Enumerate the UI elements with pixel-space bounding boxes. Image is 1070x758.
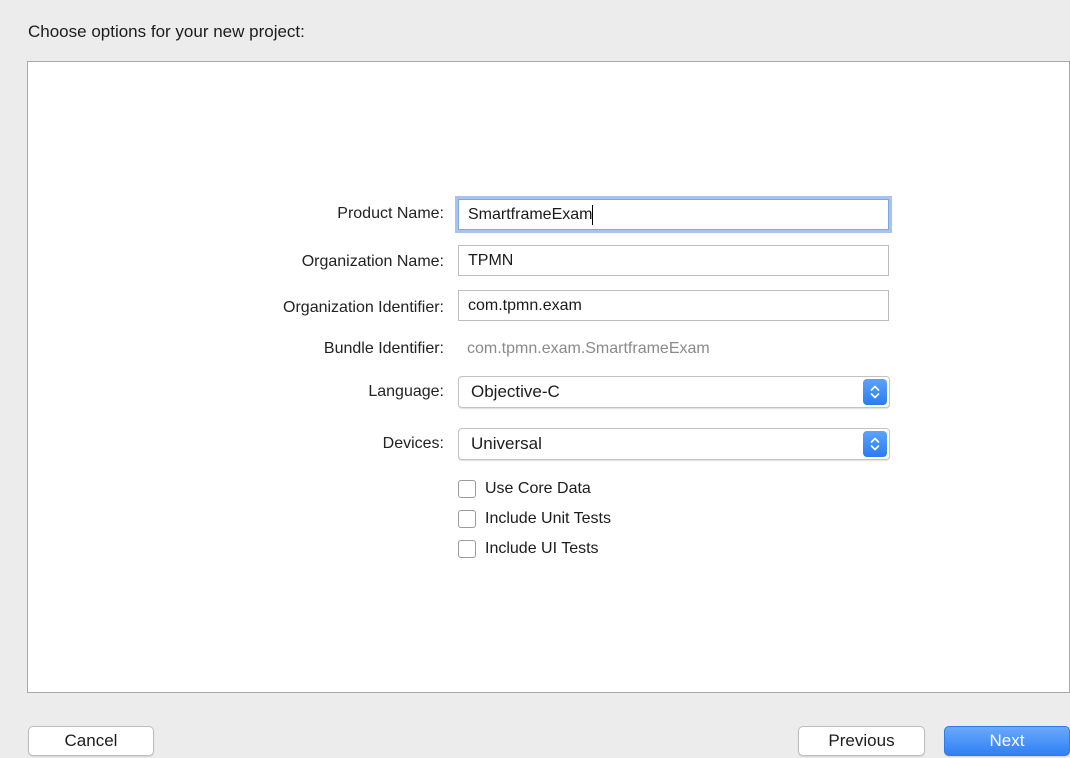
bundle-identifier-value: com.tpmn.exam.SmartframeExam	[467, 340, 710, 357]
text-caret	[592, 205, 594, 225]
organization-identifier-field[interactable]: com.tpmn.exam	[458, 290, 889, 321]
product-name-label: Product Name:	[337, 205, 444, 222]
previous-button[interactable]: Previous	[798, 726, 925, 756]
cancel-button[interactable]: Cancel	[28, 726, 154, 756]
include-unit-tests-label: Include Unit Tests	[485, 510, 611, 527]
devices-label: Devices:	[382, 435, 444, 452]
next-button[interactable]: Next	[944, 726, 1070, 756]
language-label: Language:	[368, 383, 444, 400]
include-ui-tests-checkbox-row[interactable]: Include UI Tests	[458, 538, 599, 560]
organization-identifier-label: Organization Identifier:	[283, 299, 444, 316]
checkbox-icon[interactable]	[458, 480, 476, 498]
organization-identifier-value: com.tpmn.exam	[468, 297, 582, 314]
language-selected-value: Objective-C	[471, 382, 560, 401]
devices-popup[interactable]: Universal	[458, 428, 890, 460]
use-core-data-checkbox-row[interactable]: Use Core Data	[458, 478, 591, 500]
devices-selected-value: Universal	[471, 434, 542, 453]
organization-name-field[interactable]: TPMN	[458, 245, 889, 276]
bundle-identifier-label: Bundle Identifier:	[323, 340, 444, 357]
sheet-title: Choose options for your new project:	[28, 22, 305, 41]
options-panel: Product Name: SmartframeExam Organizatio…	[27, 61, 1070, 693]
organization-name-value: TPMN	[468, 252, 514, 269]
organization-name-label: Organization Name:	[301, 253, 444, 270]
include-ui-tests-label: Include UI Tests	[485, 540, 599, 557]
include-unit-tests-checkbox-row[interactable]: Include Unit Tests	[458, 508, 611, 530]
product-name-field[interactable]: SmartframeExam	[458, 199, 889, 230]
up-down-chevron-icon	[863, 379, 887, 405]
checkbox-icon[interactable]	[458, 510, 476, 528]
use-core-data-label: Use Core Data	[485, 480, 591, 497]
language-popup[interactable]: Objective-C	[458, 376, 890, 408]
up-down-chevron-icon	[863, 431, 887, 457]
checkbox-icon[interactable]	[458, 540, 476, 558]
product-name-value: SmartframeExam	[468, 206, 593, 223]
new-project-options-sheet: Choose options for your new project: Pro…	[0, 0, 1070, 758]
